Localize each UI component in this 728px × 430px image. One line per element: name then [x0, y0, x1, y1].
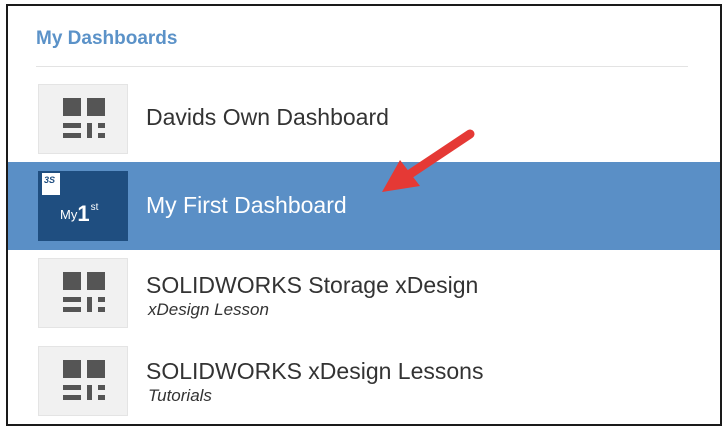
dashboard-item-xdesign-lessons[interactable]: SOLIDWORKS xDesign Lessons Tutorials: [8, 336, 720, 422]
dashboard-item-davids-own[interactable]: Davids Own Dashboard: [8, 76, 720, 162]
divider: [36, 66, 688, 67]
dashboard-item-storage-xdesign[interactable]: SOLIDWORKS Storage xDesign xDesign Lesso…: [8, 250, 720, 336]
dashboards-panel: My Dashboards Davids Own Dashboard 3S My…: [6, 4, 722, 426]
dashboard-item-title: SOLIDWORKS xDesign Lessons: [146, 358, 484, 384]
dashboard-item-title: Davids Own Dashboard: [146, 104, 389, 130]
dashboard-item-subtitle: xDesign Lesson: [148, 300, 269, 319]
section-title: My Dashboards: [36, 28, 178, 49]
thumbnail-label: My1st: [60, 201, 99, 226]
dashboard-item-title: My First Dashboard: [146, 192, 347, 218]
annotation-arrow-icon: [382, 129, 475, 192]
dashboard-item-subtitle: Tutorials: [148, 386, 212, 405]
dashboard-item-my-first[interactable]: 3S My1st My First Dashboard: [8, 162, 720, 250]
my-first-thumbnail: 3S My1st: [38, 171, 128, 241]
3ds-logo-icon: 3S: [42, 173, 60, 195]
dashboard-grid-icon: [38, 346, 128, 416]
dashboard-grid-icon: [38, 84, 128, 154]
dashboard-grid-icon: [38, 258, 128, 328]
dashboard-item-title: SOLIDWORKS Storage xDesign: [146, 272, 479, 298]
